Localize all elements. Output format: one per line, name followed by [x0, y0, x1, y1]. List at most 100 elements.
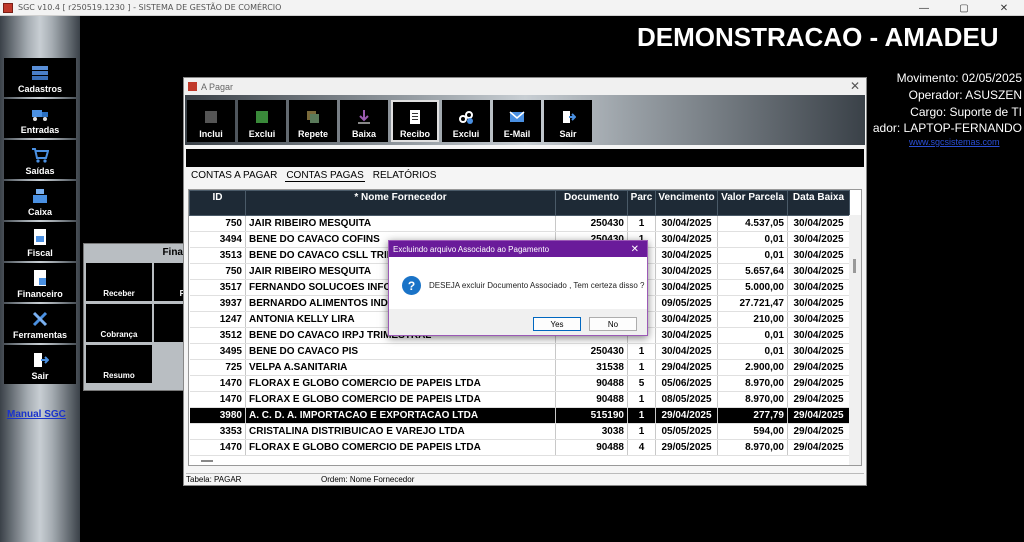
col-valor-parcela[interactable]: Valor Parcela [717, 190, 788, 216]
cell-vencimento: 30/04/2025 [655, 263, 718, 280]
cell-id: 3494 [189, 231, 246, 248]
cell-data-baixa: 30/04/2025 [787, 311, 850, 328]
cell-id: 3937 [189, 295, 246, 312]
sidebar-item-ferramentas[interactable]: Ferramentas [4, 304, 76, 343]
apagar-close-button[interactable]: ✕ [850, 79, 860, 93]
cell-data-baixa: 29/04/2025 [787, 359, 850, 376]
recibo-label: Recibo [399, 129, 430, 139]
register-icon [33, 189, 47, 203]
cell-id: 750 [189, 263, 246, 280]
sidebar-item-cadastros[interactable]: Cadastros [4, 58, 76, 97]
maximize-button[interactable]: ▢ [944, 0, 984, 16]
dialog-titlebar: Excluindo arquivo Associado ao Pagamento… [389, 241, 647, 257]
exclui-button[interactable]: Exclui [238, 100, 286, 142]
sidebar-item-sair[interactable]: Sair [4, 345, 76, 384]
col-id[interactable]: ID [189, 190, 246, 216]
link-icon [459, 111, 473, 124]
stack-icon [32, 66, 48, 80]
cell-id: 3353 [189, 423, 246, 440]
cell-vencimento: 05/05/2025 [655, 423, 718, 440]
no-button[interactable]: No [589, 317, 637, 331]
sidebar-item-entradas[interactable]: Entradas [4, 99, 76, 138]
table-row[interactable]: 1470 FLORAX E GLOBO COMERCIO DE PAPEIS LT… [189, 439, 850, 456]
cell-parc: 1 [627, 215, 656, 232]
table-row[interactable]: 3353 CRISTALINA DISTRIBUICAO E VAREJO LTD… [189, 423, 850, 440]
cell-valor-parcela: 0,01 [717, 231, 788, 248]
cell-id: 750 [189, 215, 246, 232]
cell-vencimento: 30/04/2025 [655, 231, 718, 248]
receber-label: Receber [103, 289, 135, 298]
cell-parc: 5 [627, 375, 656, 392]
sidebar-item-caixa[interactable]: Caixa [4, 181, 76, 220]
apagar-toolbar: Inclui Exclui Repete Baixa Recibo Exclui… [185, 95, 865, 145]
main-sidebar: Cadastros Entradas Saídas Caixa Fiscal F… [0, 16, 80, 542]
cell-valor-parcela: 0,01 [717, 247, 788, 264]
operador-info: Operador: ASUSZEN [908, 88, 1022, 102]
inclui-button[interactable]: Inclui [187, 100, 235, 142]
col-parc[interactable]: Parc [627, 190, 656, 216]
baixa-button[interactable]: Baixa [340, 100, 388, 142]
cell-parc: 1 [627, 423, 656, 440]
cell-data-baixa: 30/04/2025 [787, 279, 850, 296]
receber-button[interactable]: Receber [86, 263, 152, 301]
table-row[interactable]: 3980 A. C. D. A. IMPORTACAO E EXPORTACAO … [189, 407, 850, 424]
cell-nome-fornecedor: FLORAX E GLOBO COMERCIO DE PAPEIS LTDA [245, 375, 556, 392]
sidebar-item-financeiro[interactable]: Financeiro [4, 263, 76, 302]
cell-valor-parcela: 5.000,00 [717, 279, 788, 296]
cell-vencimento: 29/04/2025 [655, 407, 718, 424]
table-row[interactable]: 1470 FLORAX E GLOBO COMERCIO DE PAPEIS LT… [189, 391, 850, 408]
sair-button[interactable]: Sair [544, 100, 592, 142]
cell-vencimento: 30/04/2025 [655, 279, 718, 296]
sidebar-item-label: Cadastros [17, 84, 62, 94]
cell-valor-parcela: 8.970,00 [717, 391, 788, 408]
cell-id: 3513 [189, 247, 246, 264]
email-label: E-Mail [503, 129, 531, 139]
scroll-thumb[interactable] [853, 259, 856, 273]
repete-label: Repete [297, 129, 328, 139]
sidebar-item-saidas[interactable]: Saídas [4, 140, 76, 179]
manual-link[interactable]: Manual SGC [7, 409, 66, 420]
yes-button[interactable]: Yes [533, 317, 581, 331]
cell-valor-parcela: 4.537,05 [717, 215, 788, 232]
tab-contas-a-pagar[interactable]: CONTAS A PAGAR [190, 170, 278, 182]
table-row[interactable]: 750 JAIR RIBEIRO MESQUITA 250430 1 30/04/202… [189, 215, 850, 232]
cell-data-baixa: 30/04/2025 [787, 215, 850, 232]
repete-button[interactable]: Repete [289, 100, 337, 142]
finance-doc-icon [34, 270, 46, 286]
website-link[interactable]: www.sgcsistemas.com [909, 137, 1000, 147]
table-row[interactable]: 725 VELPA A.SANITARIA 31538 1 29/04/2025 2.90… [189, 359, 850, 376]
cell-vencimento: 08/05/2025 [655, 391, 718, 408]
exclui-link-button[interactable]: Exclui [442, 100, 490, 142]
add-doc-icon [205, 111, 217, 123]
sidebar-item-fiscal[interactable]: Fiscal [4, 222, 76, 261]
tab-contas-pagas[interactable]: CONTAS PAGAS [285, 170, 365, 182]
cell-data-baixa: 30/04/2025 [787, 263, 850, 280]
minimize-button[interactable]: — [904, 0, 944, 16]
cell-id: 1247 [189, 311, 246, 328]
col-data-baixa[interactable]: Data Baixa [787, 190, 850, 216]
question-icon: ? [402, 276, 421, 295]
close-button[interactable]: ✕ [984, 0, 1024, 16]
tab-relatorios[interactable]: RELATÓRIOS [372, 170, 438, 182]
cell-vencimento: 30/04/2025 [655, 215, 718, 232]
cell-valor-parcela: 8.970,00 [717, 375, 788, 392]
table-row[interactable]: 3495 BENE DO CAVACO PIS 250430 1 30/04/2025 0… [189, 343, 850, 360]
col-nome-fornecedor[interactable]: * Nome Fornecedor [245, 190, 556, 216]
col-documento[interactable]: Documento [555, 190, 628, 216]
cell-valor-parcela: 5.657,64 [717, 263, 788, 280]
table-row[interactable]: 1470 FLORAX E GLOBO COMERCIO DE PAPEIS LT… [189, 375, 850, 392]
dialog-close-button[interactable]: ✕ [631, 244, 639, 255]
col-vencimento[interactable]: Vencimento [655, 190, 718, 216]
resumo-button[interactable]: Resumo [86, 345, 152, 383]
status-tabela: Tabela: PAGAR [186, 475, 242, 484]
sidebar-item-label: Sair [31, 371, 49, 381]
apagar-titlebar: A Pagar ✕ [184, 78, 866, 95]
dialog-footer: Yes No [389, 309, 647, 335]
cobranca-button[interactable]: Cobrança [86, 304, 152, 342]
repeat-doc-icon [307, 111, 319, 123]
cell-parc: 1 [627, 391, 656, 408]
email-button[interactable]: E-Mail [493, 100, 541, 142]
vertical-scrollbar[interactable] [849, 215, 861, 465]
recibo-button[interactable]: Recibo [391, 100, 439, 142]
horizontal-scroll-thumb[interactable] [201, 460, 213, 462]
